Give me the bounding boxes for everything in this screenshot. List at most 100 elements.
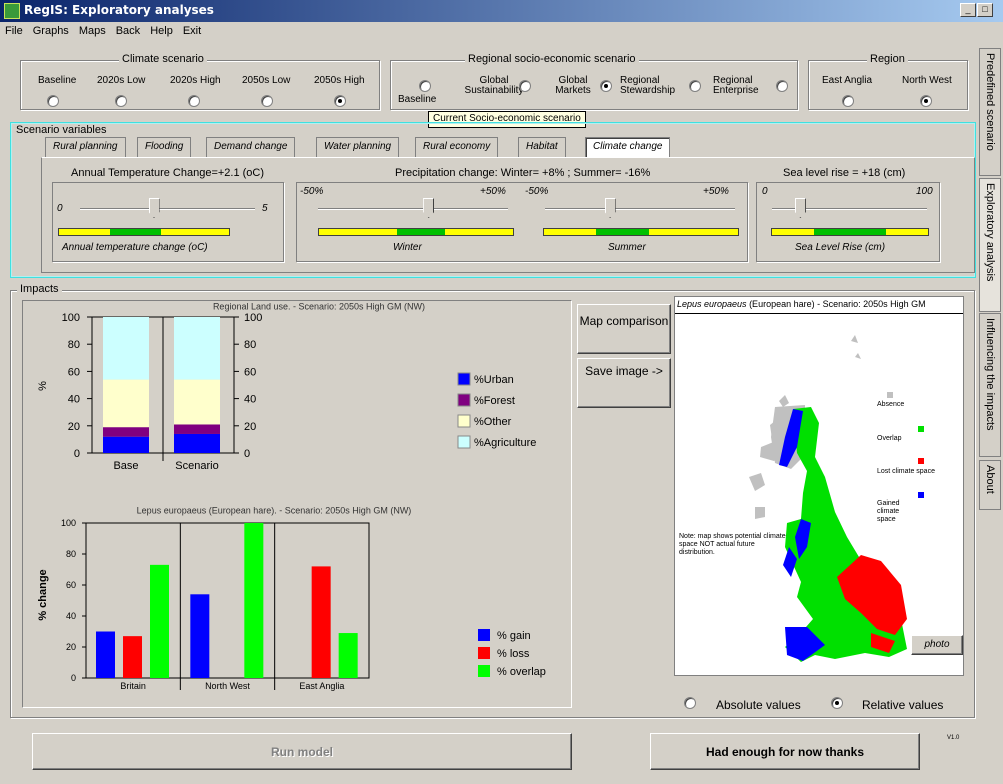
socio-option-label: Regional Stewardship — [620, 75, 676, 96]
land-use-ytick-label: 40 — [68, 394, 80, 406]
tab-habitat[interactable]: Habitat — [518, 137, 566, 157]
photo-button[interactable]: photo — [911, 635, 963, 655]
socio-option-label: Baseline — [398, 94, 437, 105]
species-bar — [244, 523, 264, 678]
region-radio-north-west[interactable] — [920, 95, 932, 107]
socio-radio-regional-stewardship[interactable] — [689, 80, 701, 92]
land-use-category-label: Base — [113, 460, 138, 472]
side-tab-about[interactable]: About — [979, 460, 1001, 510]
socio-radio-regional-enterprise[interactable] — [776, 80, 788, 92]
sea-level-heading: Sea level rise = +18 (cm) — [783, 167, 906, 179]
temperature-min: 0 — [57, 203, 63, 214]
map-panel: Lepus europaeus (European hare) - Scenar… — [674, 296, 964, 676]
temperature-slider-track[interactable] — [80, 208, 255, 210]
winter-min: -50% — [300, 186, 324, 197]
climate-radio-baseline[interactable] — [47, 95, 59, 107]
land-use-legend-label: %Forest — [474, 395, 515, 407]
species-legend-label: % gain — [497, 630, 531, 642]
species-category-label: North West — [205, 681, 250, 691]
legend-absence: Absence — [877, 401, 905, 408]
species-ytick-label: 80 — [66, 549, 76, 559]
region-option-label: East Anglia — [822, 75, 873, 86]
temperature-heading: Annual Temperature Change=+2.1 (oC) — [71, 167, 265, 179]
land-use-bar-segment — [174, 424, 220, 434]
climate-radio-2020s-low[interactable] — [115, 95, 127, 107]
socio-option-label: Regional Enterprise — [713, 75, 759, 96]
sea-level-caption: Sea Level Rise (cm) — [795, 242, 886, 253]
summer-slider-track[interactable] — [545, 208, 735, 210]
had-enough-button[interactable]: Had enough for now thanks — [650, 733, 920, 770]
title-bar: RegIS: Exploratory analyses _ □ — [0, 0, 1003, 22]
relative-values-radio[interactable] — [831, 697, 843, 709]
legend-gained: Gained climate space — [877, 500, 900, 523]
species-bar — [190, 594, 210, 678]
tab-climate-change[interactable]: Climate change — [585, 137, 671, 157]
species-ytick-label: 20 — [66, 642, 76, 652]
tab-flooding[interactable]: Flooding — [137, 137, 192, 157]
climate-radio-2020s-high[interactable] — [188, 95, 200, 107]
land-use-ytick-label: 60 — [68, 366, 80, 378]
menu-help[interactable]: Help — [145, 22, 178, 37]
winter-slider-track[interactable] — [318, 208, 508, 210]
land-use-bar-segment — [103, 436, 149, 453]
species-bar — [338, 633, 358, 678]
tab-rural-planning[interactable]: Rural planning — [45, 137, 126, 157]
species-ytick-label: 60 — [66, 580, 76, 590]
window-title: RegIS: Exploratory analyses — [24, 3, 214, 17]
species-chart-title: Lepus europaeus (European hare). - Scena… — [137, 505, 412, 515]
land-use-bar-segment — [103, 427, 149, 437]
species-bar — [123, 636, 142, 678]
minimize-button[interactable]: _ — [960, 3, 976, 17]
menu-file[interactable]: File — [0, 22, 28, 37]
land-use-ytick-label-right: 60 — [244, 366, 256, 378]
species-ytick-label: 40 — [66, 611, 76, 621]
land-use-ytick-label-right: 40 — [244, 394, 256, 406]
climate-scenario-title: Climate scenario — [119, 53, 207, 65]
save-image-button[interactable]: Save image -> — [577, 358, 671, 408]
species-category-label: East Anglia — [299, 681, 344, 691]
side-tab-influencing[interactable]: Influencing the impacts — [979, 313, 1001, 457]
land-use-legend-swatch — [457, 372, 471, 386]
species-bar — [150, 564, 169, 678]
species-ytick-label: 100 — [61, 518, 76, 528]
tab-demand-change[interactable]: Demand change — [206, 137, 296, 157]
menu-maps[interactable]: Maps — [74, 22, 111, 37]
socio-radio-baseline[interactable] — [419, 80, 431, 92]
map-comparison-button[interactable]: Map comparison — [577, 304, 671, 354]
socio-radio-global-markets[interactable] — [600, 80, 612, 92]
menu-back[interactable]: Back — [111, 22, 145, 37]
land-use-bar-segment — [174, 317, 220, 380]
absolute-values-radio[interactable] — [684, 697, 696, 709]
socio-scenario-title: Regional socio-economic scenario — [465, 53, 639, 65]
land-use-ytick-label-right: 0 — [244, 448, 250, 460]
side-tab-exploratory[interactable]: Exploratory analysis — [979, 178, 1001, 312]
precipitation-slider-box — [296, 182, 748, 262]
socio-radio-global-sustainability[interactable] — [519, 80, 531, 92]
climate-option-label: 2020s High — [170, 75, 221, 86]
species-bar — [311, 566, 331, 678]
species-legend-swatch — [478, 647, 490, 659]
run-model-button[interactable]: Run model — [32, 733, 572, 770]
region-radio-east-anglia[interactable] — [842, 95, 854, 107]
climate-radio-2050s-low[interactable] — [261, 95, 273, 107]
land-use-bar-segment — [103, 379, 149, 428]
app-icon — [4, 3, 20, 19]
side-tab-predefined[interactable]: Predefined scenario — [979, 48, 1001, 176]
menu-bar: File Graphs Maps Back Help Exit — [0, 22, 975, 42]
region-title: Region — [867, 53, 908, 65]
tab-rural-economy[interactable]: Rural economy — [415, 137, 499, 157]
maximize-button[interactable]: □ — [977, 3, 993, 17]
tab-water-planning[interactable]: Water planning — [316, 137, 400, 157]
climate-option-label: 2050s High — [314, 75, 365, 86]
precipitation-heading: Precipitation change: Winter= +8% ; Summ… — [395, 167, 651, 179]
climate-radio-2050s-high[interactable] — [334, 95, 346, 107]
menu-exit[interactable]: Exit — [178, 22, 206, 37]
species-legend-label: % loss — [497, 648, 530, 660]
land-use-ytick-label: 100 — [62, 312, 80, 324]
sea-level-range-bar — [771, 228, 929, 236]
menu-graphs[interactable]: Graphs — [28, 22, 74, 37]
species-legend-swatch — [478, 665, 490, 677]
land-use-legend-swatch — [457, 414, 471, 428]
land-use-ytick-label-right: 100 — [244, 312, 262, 324]
land-use-ytick-label-right: 80 — [244, 339, 256, 351]
